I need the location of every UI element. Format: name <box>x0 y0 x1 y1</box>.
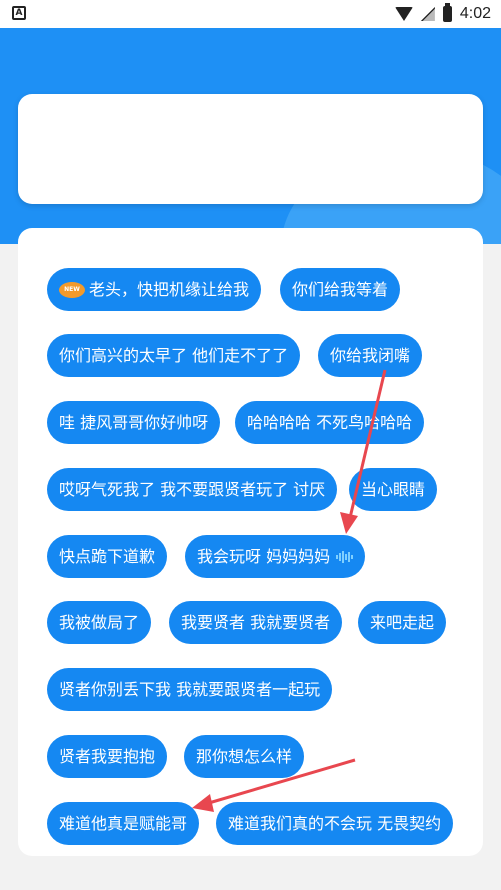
sound-chip-11[interactable]: 我被做局了 <box>47 601 152 644</box>
sound-chip-12[interactable]: 我要贤者 我就要贤者 <box>169 601 343 644</box>
chip-label: 哎呀气死我了 我不要跟贤者玩了 讨厌 <box>59 480 326 499</box>
sound-chip-9[interactable]: 快点跪下道歉 <box>47 535 168 578</box>
app-notification-icon: A <box>12 6 26 20</box>
sound-chip-3[interactable]: 你们高兴的太早了 他们走不了了 <box>47 334 301 377</box>
sound-chip-6[interactable]: 哈哈哈哈 不死鸟哈哈哈 <box>235 401 425 444</box>
chip-label: 老头，快把机缘让给我 <box>89 280 250 299</box>
chip-label: 哇 捷风哥哥你好帅呀 <box>59 413 209 432</box>
chip-label: 当心眼睛 <box>361 480 426 499</box>
sound-chip-10[interactable]: 我会玩呀 妈妈妈妈 <box>185 535 366 578</box>
sound-wave-icon <box>336 550 354 564</box>
chip-label: 快点跪下道歉 <box>59 547 156 566</box>
sound-chip-5[interactable]: 哇 捷风哥哥你好帅呀 <box>47 401 221 444</box>
chip-label: 贤者你别丢下我 我就要跟贤者一起玩 <box>59 680 321 699</box>
sound-chip-1[interactable]: NEW 老头，快把机缘让给我 <box>47 268 262 311</box>
sound-chip-7[interactable]: 哎呀气死我了 我不要跟贤者玩了 讨厌 <box>47 468 338 511</box>
wifi-icon <box>394 7 413 21</box>
chip-label: 我会玩呀 妈妈妈妈 <box>197 547 331 566</box>
sound-chip-17[interactable]: 难道他真是赋能哥 <box>47 802 200 845</box>
sound-chip-14[interactable]: 贤者你别丢下我 我就要跟贤者一起玩 <box>47 668 333 711</box>
chip-label: 难道他真是赋能哥 <box>59 814 188 833</box>
sound-chip-15[interactable]: 贤者我要抱抱 <box>47 735 168 778</box>
chip-label: 你给我闭嘴 <box>330 346 411 365</box>
sound-chip-2[interactable]: 你们给我等着 <box>280 268 401 311</box>
chip-label: 我被做局了 <box>59 613 140 632</box>
status-time: 4:02 <box>459 5 491 22</box>
chip-label: 你们高兴的太早了 他们走不了了 <box>59 346 289 365</box>
sound-chip-4[interactable]: 你给我闭嘴 <box>318 334 423 377</box>
chip-label: 你们给我等着 <box>292 280 389 299</box>
sound-chip-16[interactable]: 那你想怎么样 <box>184 735 305 778</box>
no-signal-icon <box>420 7 435 21</box>
battery-charging-icon <box>442 3 452 22</box>
chip-label: 哈哈哈哈 不死鸟哈哈哈 <box>247 413 413 432</box>
chip-label: 我要贤者 我就要贤者 <box>181 613 331 632</box>
chip-label: 那你想怎么样 <box>196 747 293 766</box>
sound-chip-8[interactable]: 当心眼睛 <box>349 468 438 511</box>
chip-label: 难道我们真的不会玩 无畏契约 <box>228 814 442 833</box>
chip-label: 贤者我要抱抱 <box>59 747 156 766</box>
sound-chip-18[interactable]: 难道我们真的不会玩 无畏契约 <box>216 802 454 845</box>
status-bar: A 4:02 <box>0 0 501 28</box>
sound-chip-13[interactable]: 来吧走起 <box>358 601 447 644</box>
chip-label: 来吧走起 <box>370 613 435 632</box>
top-card <box>18 94 483 204</box>
new-badge-icon: NEW <box>59 281 85 298</box>
